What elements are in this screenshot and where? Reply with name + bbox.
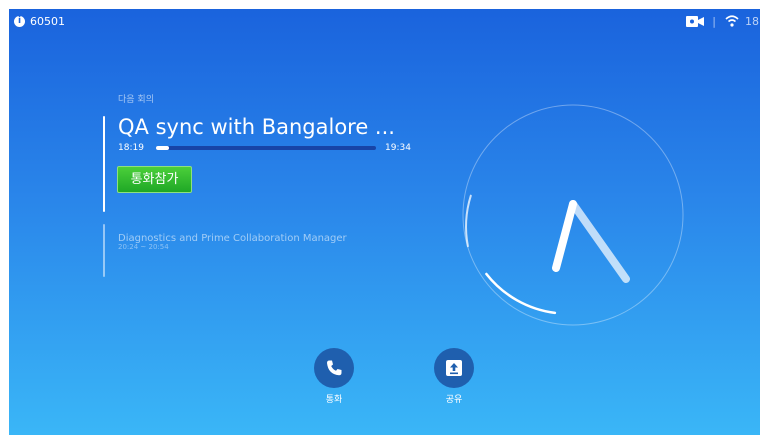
clock-hour-hand (552, 200, 577, 272)
clock-arc-left (465, 194, 472, 248)
info-icon: i (14, 16, 25, 27)
later-meeting-time: 20:24 ~ 20:54 (118, 243, 169, 251)
status-clock: 18:2 (745, 14, 760, 28)
phone-icon (327, 360, 342, 376)
join-call-button[interactable]: 통화참가 (117, 166, 192, 193)
meeting-end-time: 19:34 (385, 143, 411, 153)
analog-clock (462, 104, 684, 326)
device-screen: i 60501 | 18:2 다음 회의 QA sync with Bangal… (9, 9, 760, 435)
next-meeting-label: 다음 회의 (118, 95, 154, 105)
share-button-label: 공유 (445, 395, 463, 405)
meeting-start-time: 18:19 (118, 143, 144, 153)
later-meeting-indicator-bar (103, 224, 105, 277)
share-icon (446, 360, 462, 376)
clock-arc-bottom (485, 272, 557, 315)
wifi-icon[interactable] (725, 14, 739, 28)
meeting-progress-bar (156, 146, 376, 150)
system-info[interactable]: i 60501 (14, 15, 65, 28)
meeting-title[interactable]: QA sync with Bangalore ... (118, 115, 395, 139)
status-separator: | (712, 14, 716, 28)
top-status-bar: i 60501 | 18:2 (9, 9, 760, 33)
camera-icon[interactable] (686, 15, 705, 27)
clock-minute-hand (569, 200, 630, 283)
call-button-label: 통화 (325, 395, 343, 405)
status-area: | 18:2 (686, 14, 760, 28)
meeting-indicator-bar (103, 116, 105, 212)
call-button[interactable] (314, 348, 354, 388)
meeting-progress-fill (156, 146, 170, 150)
share-button[interactable] (434, 348, 474, 388)
system-id: 60501 (30, 15, 65, 28)
